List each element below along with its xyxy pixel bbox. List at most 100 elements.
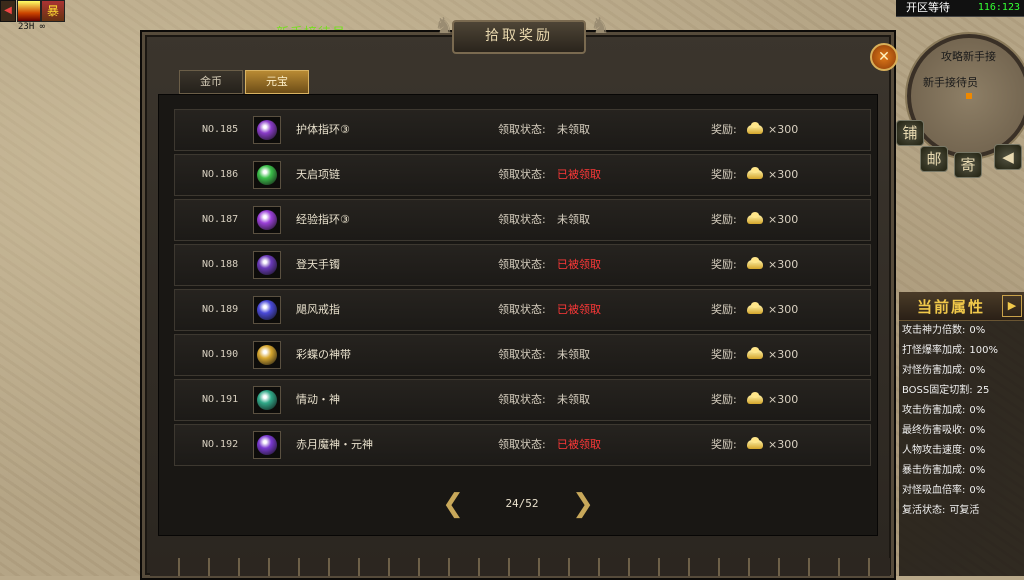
reward-row[interactable]: NO.187 经验指环③ 领取状态: 未领取 奖励: ×300: [174, 199, 871, 241]
reward-label: 奖励:: [711, 303, 737, 316]
item-gem-icon: [257, 300, 277, 320]
reward-row[interactable]: NO.191 情动・神 领取状态: 未领取 奖励: ×300: [174, 379, 871, 421]
status-value: 未领取: [557, 123, 590, 136]
next-page-icon[interactable]: ❯: [572, 487, 594, 521]
attributes-panel: 当前属性 ▶ 攻击神力倍数: 0% 打怪爆率加成: 100% 对怪伤害加成: 0% BOSS…: [899, 292, 1024, 576]
minimap[interactable]: 攻略新手接 新手接待员: [907, 34, 1024, 158]
attribute-name: 对怪吸血倍率:: [902, 485, 966, 496]
reward-number: NO.188: [202, 259, 239, 270]
server-status-bar: 开区等待 116:123: [896, 0, 1024, 17]
status-value: 未领取: [557, 348, 590, 361]
reward-list-panel: NO.185 护体指环③ 领取状态: 未领取 奖励: ×300 NO.186 天启项链 领取状态…: [158, 94, 878, 536]
demon-soul-icon[interactable]: [253, 431, 281, 459]
sound-icon[interactable]: ◀: [994, 144, 1022, 170]
attribute-value: 0%: [969, 405, 986, 416]
attribute-value: 0%: [969, 425, 986, 436]
item-name: 护体指环③: [296, 123, 350, 136]
attribute-row: 暴击伤害加成: 0%: [899, 461, 1024, 481]
attribute-name: BOSS固定切割:: [902, 385, 973, 396]
status-value: 已被领取: [557, 303, 601, 316]
status-value: 已被领取: [557, 438, 601, 451]
reward-number: NO.192: [202, 439, 239, 450]
reward-row[interactable]: NO.186 天启项链 领取状态: 已被领取 奖励: ×300: [174, 154, 871, 196]
reward-row[interactable]: NO.189 飓风戒指 领取状态: 已被领取 奖励: ×300: [174, 289, 871, 331]
storm-ring-icon[interactable]: [253, 296, 281, 324]
green-necklace-icon[interactable]: [253, 161, 281, 189]
status-label: 领取状态:: [498, 213, 546, 226]
attribute-name: 打怪爆率加成:: [902, 345, 966, 356]
attribute-value: 可复活: [949, 505, 980, 516]
attribute-value: 0%: [969, 445, 986, 456]
gold-ingot-icon: [745, 302, 765, 316]
pickup-reward-dialog: ♞ 拾取奖励 ♞ 金币 元宝 NO.185 护体指环③ 领取状态: 未领取 奖励: ×30…: [140, 14, 896, 580]
attribute-row: 最终伤害吸收: 0%: [899, 421, 1024, 441]
expand-arrow-icon[interactable]: ▶: [1002, 295, 1022, 317]
tab-gold[interactable]: 金币: [179, 70, 243, 94]
reward-row[interactable]: NO.188 登天手镯 领取状态: 已被领取 奖励: ×300: [174, 244, 871, 286]
status-label: 领取状态:: [498, 123, 546, 136]
item-gem-icon: [257, 210, 277, 230]
close-icon[interactable]: ✕: [870, 43, 898, 71]
shop-button[interactable]: 铺: [896, 120, 924, 146]
status-label: 领取状态:: [498, 168, 546, 181]
minimap-npc-label: 新手接待员: [923, 76, 978, 89]
item-name: 登天手镯: [296, 258, 340, 271]
mail-button[interactable]: 邮: [920, 146, 948, 172]
attributes-header: 当前属性 ▶: [899, 292, 1024, 321]
title-dragon-right-icon: ♞: [590, 14, 610, 39]
buff-toggle-arrow-icon[interactable]: ◀: [0, 0, 16, 22]
gold-ingot-icon: [745, 167, 765, 181]
reward-number: NO.189: [202, 304, 239, 315]
tab-ingot[interactable]: 元宝: [245, 70, 309, 94]
status-label: 领取状态:: [498, 393, 546, 406]
item-gem-icon: [257, 120, 277, 140]
purple-orb-icon[interactable]: [253, 116, 281, 144]
attribute-row: 攻击神力倍数: 0%: [899, 321, 1024, 341]
gold-ingot-icon: [745, 392, 765, 406]
gold-ingot-icon: [745, 212, 765, 226]
reward-quantity: ×300: [768, 123, 799, 136]
attribute-name: 复活状态:: [902, 505, 946, 516]
dialog-title: 拾取奖励: [485, 28, 553, 44]
item-name: 彩蝶の神带: [296, 348, 351, 361]
buff-bar: ◀ 暴 23H ∞: [0, 0, 70, 36]
status-label: 领取状态:: [498, 348, 546, 361]
reward-row[interactable]: NO.192 赤月魔神・元神 领取状态: 已被领取 奖励: ×300: [174, 424, 871, 466]
reward-quantity: ×300: [768, 348, 799, 361]
attribute-value: 0%: [969, 365, 986, 376]
gold-ingot-icon: [745, 437, 765, 451]
item-name: 情动・神: [296, 393, 340, 406]
bracelet-icon[interactable]: [253, 251, 281, 279]
butterfly-belt-icon[interactable]: [253, 341, 281, 369]
attribute-row: 打怪爆率加成: 100%: [899, 341, 1024, 361]
reward-row[interactable]: NO.190 彩蝶の神带 领取状态: 未领取 奖励: ×300: [174, 334, 871, 376]
emotion-orb-icon[interactable]: [253, 386, 281, 414]
prev-page-icon[interactable]: ❮: [442, 487, 464, 521]
reward-label: 奖励:: [711, 258, 737, 271]
minimap-label: 攻略新手接: [941, 50, 996, 63]
reward-label: 奖励:: [711, 438, 737, 451]
rage-buff-icon[interactable]: 暴: [41, 0, 65, 22]
status-label: 领取状态:: [498, 258, 546, 271]
attribute-value: 100%: [969, 345, 998, 356]
purple-ring-icon[interactable]: [253, 206, 281, 234]
reward-quantity: ×300: [768, 303, 799, 316]
attribute-name: 最终伤害吸收:: [902, 425, 966, 436]
pagination: ❮ 24/52 ❯: [442, 487, 602, 523]
attribute-row: 攻击伤害加成: 0%: [899, 401, 1024, 421]
attribute-name: 人物攻击速度:: [902, 445, 966, 456]
reward-row[interactable]: NO.185 护体指环③ 领取状态: 未领取 奖励: ×300: [174, 109, 871, 151]
dialog-title-plate: 拾取奖励: [452, 20, 586, 54]
attribute-value: 25: [976, 385, 990, 396]
reward-number: NO.191: [202, 394, 239, 405]
reward-number: NO.185: [202, 124, 239, 135]
attributes-title: 当前属性: [917, 298, 986, 316]
fire-buff-icon[interactable]: [17, 0, 41, 22]
attribute-row: 对怪伤害加成: 0%: [899, 361, 1024, 381]
attribute-value: 0%: [969, 325, 986, 336]
status-value: 已被领取: [557, 168, 601, 181]
attribute-row: 复活状态: 可复活: [899, 501, 1024, 521]
item-gem-icon: [257, 390, 277, 410]
attribute-name: 暴击伤害加成:: [902, 465, 966, 476]
consign-button[interactable]: 寄: [954, 152, 982, 178]
